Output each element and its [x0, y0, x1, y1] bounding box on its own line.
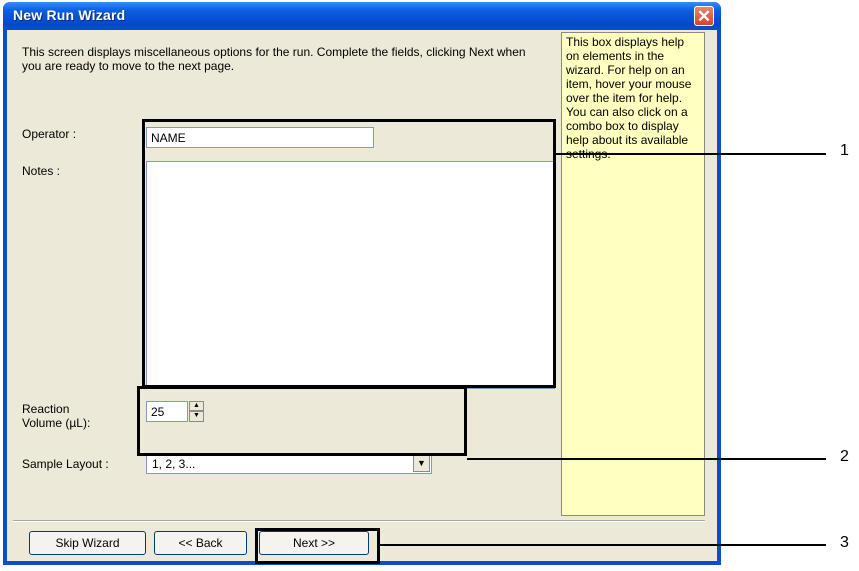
close-button[interactable]: ✕: [694, 6, 714, 26]
dropdown-arrow-button[interactable]: ▼: [413, 455, 430, 472]
callout-line-2: [467, 458, 826, 460]
sample-layout-select[interactable]: 1, 2, 3... ▼: [146, 453, 432, 474]
skip-wizard-button[interactable]: Skip Wizard: [29, 531, 146, 555]
callout-number-3: 3: [840, 534, 849, 551]
callout-line-3: [380, 544, 826, 546]
reaction-volume-label-line1: Reaction: [22, 402, 70, 416]
reaction-volume-label-line2: Volume (µL):: [22, 416, 91, 430]
intro-text: This screen displays miscellaneous optio…: [22, 45, 526, 73]
sample-layout-value: 1, 2, 3...: [152, 457, 196, 471]
operator-label: Operator :: [22, 127, 77, 141]
close-icon: ✕: [696, 7, 712, 26]
callout-box-3: [255, 528, 380, 564]
chevron-down-icon: ▼: [417, 458, 426, 468]
notes-label: Notes :: [22, 164, 61, 178]
callout-number-1: 1: [840, 142, 849, 159]
back-button[interactable]: << Back: [154, 531, 247, 555]
footer-divider: [13, 520, 705, 522]
callout-line-1: [556, 153, 826, 155]
callout-box-1: [142, 119, 556, 388]
window-title: New Run Wizard: [13, 7, 126, 23]
help-box: This box displays help on elements in th…: [561, 32, 705, 516]
sample-layout-label: Sample Layout :: [22, 457, 109, 471]
callout-box-2: [137, 386, 467, 456]
callout-number-2: 2: [840, 448, 849, 465]
title-bar[interactable]: New Run Wizard ✕: [3, 2, 721, 30]
